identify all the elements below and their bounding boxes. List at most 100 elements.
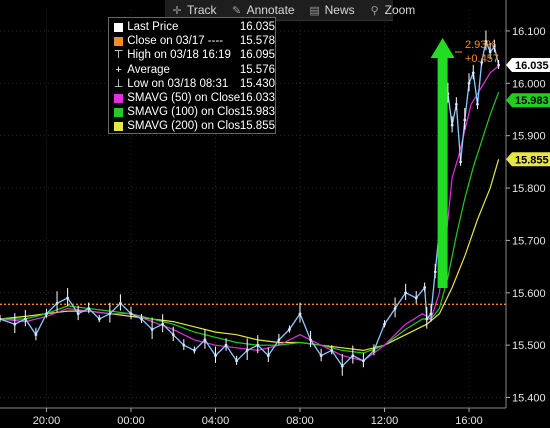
- price-point: [34, 333, 38, 337]
- price-point: [203, 338, 207, 342]
- price-point: [129, 312, 133, 316]
- price-point: [425, 317, 429, 321]
- x-tick-label: 00:00: [117, 415, 145, 427]
- legend-marker-icon: +: [115, 63, 122, 76]
- price-label-text: 15.983: [515, 95, 549, 107]
- y-tick-label: 15.800: [512, 183, 546, 195]
- legend-value: 16.033: [239, 91, 275, 104]
- series-line-3: [0, 159, 500, 352]
- price-point: [119, 301, 122, 305]
- price-point: [351, 354, 355, 358]
- price-point: [150, 328, 154, 331]
- legend-value: 15.430: [239, 77, 275, 90]
- x-axis: 20:00 00:00 04:00 08:00 12:00 16:00: [33, 408, 483, 427]
- x-tick-label: 12:00: [371, 415, 399, 427]
- legend-marker-icon: [113, 20, 124, 34]
- legend-value: 15.576: [239, 63, 275, 76]
- legend-value: 15.983: [239, 106, 275, 119]
- legend-row[interactable]: Close on 03/17 ---- 15.578: [113, 34, 275, 48]
- price-point: [192, 348, 196, 352]
- y-tick-label: 15.900: [512, 131, 546, 143]
- legend-label: SMAVG (50) on Close: [127, 91, 240, 104]
- price-point: [340, 364, 344, 368]
- price-point: [76, 312, 80, 316]
- legend-label: SMAVG (200) on Close: [127, 120, 240, 133]
- news-button[interactable]: ▤ News: [303, 0, 363, 20]
- price-point: [393, 307, 397, 310]
- price-point: [450, 123, 454, 127]
- change-annotation: 2.93% +0.457: [455, 39, 499, 65]
- price-point: [309, 338, 312, 342]
- x-tick-label: 20:00: [33, 415, 61, 427]
- legend-value: 15.855: [239, 120, 275, 133]
- price-point: [140, 317, 143, 321]
- price-point: [161, 322, 165, 326]
- price-point: [277, 338, 281, 342]
- legend-label: High on 03/18 16:19: [127, 49, 231, 62]
- up-arrow: [430, 38, 455, 288]
- y-tick-label: 15.700: [512, 235, 546, 247]
- x-tick-label: 08:00: [286, 415, 314, 427]
- price-point: [414, 296, 418, 300]
- price-point: [330, 348, 334, 352]
- legend-marker-icon: [113, 34, 124, 48]
- price-point: [298, 312, 302, 316]
- price-point: [87, 307, 91, 310]
- annotate-label: Annotate: [246, 3, 295, 17]
- arrow-shape: [430, 38, 455, 288]
- price-point: [372, 348, 376, 352]
- legend-label: Last Price: [127, 21, 179, 33]
- legend-row[interactable]: SMAVG (200) on Close 15.855: [113, 119, 275, 133]
- price-point: [55, 301, 59, 305]
- price-point: [471, 71, 475, 75]
- legend-label: SMAVG (100) on Close: [127, 106, 240, 119]
- y-tick-label: 15.500: [512, 340, 546, 352]
- price-label: 16.035: [506, 57, 550, 72]
- price-label: 15.855: [506, 152, 550, 167]
- legend-row[interactable]: ⊤ High on 03/18 16:19 16.095: [113, 48, 275, 62]
- price-point: [182, 343, 186, 347]
- legend-row[interactable]: + Average 15.576: [113, 63, 275, 77]
- price-point: [224, 343, 228, 347]
- price-point: [288, 328, 291, 331]
- price-point: [214, 354, 217, 358]
- price-point: [361, 359, 365, 363]
- legend-marker-icon: ⊥: [113, 77, 124, 90]
- news-icon: ▤: [309, 4, 320, 17]
- legend-row[interactable]: ⊥ Low on 03/18 08:31 15.430: [113, 77, 275, 91]
- zoom-button[interactable]: ⚲ Zoom: [363, 0, 424, 20]
- legend-marker-icon: [113, 91, 124, 105]
- legend-label: Average: [127, 63, 170, 76]
- x-tick-label: 04:00: [202, 415, 230, 427]
- price-point: [108, 312, 112, 316]
- price-point: [13, 322, 17, 326]
- legend-label: Low on 03/18 08:31: [127, 77, 229, 90]
- zoom-label: Zoom: [384, 3, 416, 17]
- price-point: [319, 354, 323, 358]
- y-axis: 16.100 16.000 15.900 15.800 15.700 15.600 15.5…: [506, 26, 546, 405]
- price-label-text: 16.035: [515, 60, 549, 72]
- legend-row[interactable]: SMAVG (50) on Close 16.033: [113, 91, 275, 105]
- price-point: [23, 317, 27, 321]
- legend-row[interactable]: Last Price 16.035: [113, 20, 275, 34]
- price-point: [429, 312, 433, 316]
- legend-label: Close on 03/17 ----: [127, 35, 224, 48]
- abs-change-text: +0.457: [465, 53, 499, 65]
- legend-row[interactable]: SMAVG (100) on Close 15.983: [113, 105, 275, 119]
- price-labels: 16.035 15.983 15.855: [506, 57, 550, 167]
- legend-value: 16.035: [239, 21, 275, 33]
- legend-value: 15.578: [239, 35, 275, 48]
- track-label: Track: [187, 3, 217, 17]
- price-point: [171, 333, 175, 337]
- price-point: [256, 343, 260, 347]
- price-point: [245, 348, 249, 352]
- price-point: [467, 81, 471, 85]
- magnifier-icon: ⚲: [370, 4, 379, 17]
- y-tick-label: 15.600: [512, 288, 546, 300]
- price-point: [476, 102, 479, 106]
- price-label-text: 15.855: [515, 154, 549, 166]
- price-label: 15.983: [506, 93, 550, 108]
- price-point: [235, 359, 239, 363]
- price-point: [404, 291, 408, 295]
- y-tick-label: 15.400: [512, 393, 546, 405]
